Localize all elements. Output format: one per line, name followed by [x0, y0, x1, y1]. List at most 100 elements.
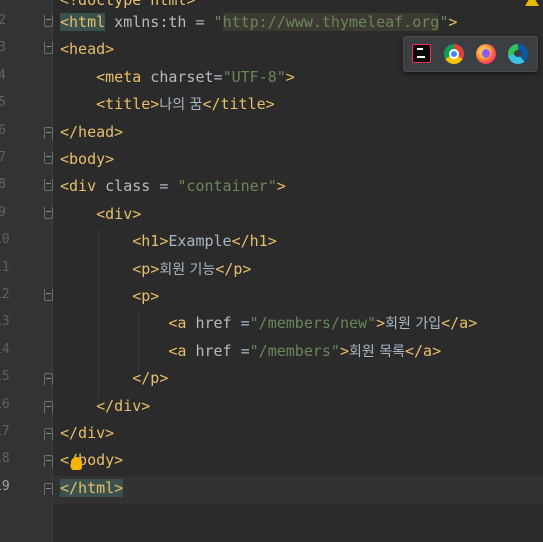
code-token: <head>: [60, 40, 115, 59]
firefox-icon[interactable]: [476, 44, 496, 64]
code-token: <body>: [60, 150, 115, 168]
code-token: </a>: [404, 341, 442, 360]
fold-marker-icon[interactable]: [44, 455, 53, 468]
chrome-icon[interactable]: [444, 44, 464, 64]
fold-marker-icon[interactable]: [44, 482, 53, 495]
code-token: 회원 가입: [385, 316, 442, 333]
edge-icon[interactable]: [508, 44, 528, 64]
code-token: ": [439, 13, 449, 31]
fold-marker-icon[interactable]: [44, 206, 53, 219]
code-token: <div: [60, 177, 97, 196]
fold-marker-icon[interactable]: [44, 428, 53, 440]
code-token: >: [276, 177, 286, 196]
code-token: </html>: [60, 478, 124, 497]
code-token: "container": [177, 177, 277, 196]
code-token: =: [150, 177, 178, 196]
code-line[interactable]: </div>: [60, 420, 114, 447]
code-token: >: [376, 314, 386, 333]
line-number: 16: [0, 396, 10, 412]
fold-marker-icon[interactable]: [44, 400, 53, 413]
code-line[interactable]: <p>: [60, 283, 159, 310]
code-token: Example: [168, 232, 232, 251]
code-token: ": [213, 13, 223, 31]
code-line[interactable]: <div class = "container">: [60, 173, 286, 200]
code-line[interactable]: <a href ="/members/new">회원 가입</a>: [60, 310, 477, 337]
code-token: <p>: [132, 287, 160, 305]
code-token: </p>: [132, 369, 169, 388]
line-number: 11: [0, 259, 10, 275]
code-token: <h1>: [132, 232, 169, 251]
line-number: 13: [0, 314, 10, 330]
line-number: 10: [0, 232, 10, 248]
code-token: "/members/new": [249, 314, 377, 333]
line-number: 4: [0, 67, 6, 83]
code-token: >: [448, 13, 458, 31]
code-token: <meta: [96, 67, 142, 86]
code-token: 나의 꿈: [159, 97, 203, 114]
code-token: <html: [60, 13, 106, 31]
line-number: 8: [0, 177, 6, 193]
code-line[interactable]: <html xmlns:th = "http://www.thymeleaf.o…: [60, 9, 457, 36]
browser-preview-popup: [403, 36, 538, 72]
intellij-icon[interactable]: [412, 44, 431, 63]
code-token: >: [285, 67, 295, 86]
code-token: "UTF-8": [222, 67, 286, 86]
code-token: <div>: [96, 204, 142, 223]
warning-icon[interactable]: [525, 0, 539, 6]
code-token: </title>: [202, 95, 275, 114]
code-line[interactable]: <meta charset="UTF-8">: [60, 64, 295, 91]
code-line[interactable]: <body>: [60, 146, 114, 173]
line-number: 19: [0, 478, 10, 494]
line-number: 17: [0, 424, 10, 439]
code-token: </div>: [96, 396, 151, 415]
code-line[interactable]: </p>: [60, 365, 168, 392]
code-line[interactable]: <div>: [60, 201, 141, 228]
indent-guide: [138, 312, 139, 370]
code-token: </h1>: [231, 232, 277, 251]
line-number: 12: [0, 287, 10, 302]
code-line[interactable]: <p>회원 기능</p>: [60, 256, 251, 283]
code-line[interactable]: <title>나의 꿈</title>: [60, 91, 275, 118]
code-token: =: [231, 314, 250, 333]
fold-marker-icon[interactable]: [44, 42, 53, 55]
code-line[interactable]: </body>: [60, 447, 123, 474]
lightbulb-icon[interactable]: [71, 457, 82, 470]
fold-marker-icon[interactable]: [44, 15, 53, 27]
code-token: <a: [168, 341, 187, 360]
current-line-highlight: [53, 476, 543, 504]
code-token: 회원 기능: [159, 261, 216, 278]
code-line[interactable]: <head>: [60, 36, 114, 63]
code-line[interactable]: </html>: [60, 475, 124, 502]
indent-guide: [98, 230, 99, 398]
fold-marker-icon[interactable]: [44, 126, 53, 139]
code-line[interactable]: </div>: [60, 393, 150, 420]
code-token: </head>: [60, 122, 124, 141]
line-number: 9: [0, 204, 6, 220]
line-number: 15: [0, 369, 10, 385]
line-number: 3: [0, 40, 6, 56]
code-token: href: [186, 314, 232, 333]
code-token: charset: [141, 67, 214, 86]
fold-marker-icon[interactable]: [44, 152, 53, 164]
code-token: =: [231, 341, 250, 360]
line-number: 7: [0, 150, 6, 165]
fold-marker-icon[interactable]: [44, 289, 53, 301]
code-token: <title>: [96, 95, 160, 114]
code-token: =: [186, 13, 214, 31]
code-token: http://www.thymeleaf.org: [222, 13, 440, 31]
code-line[interactable]: <h1>Example</h1>: [60, 228, 277, 255]
line-number: 14: [0, 341, 10, 357]
line-number: 2: [0, 13, 6, 28]
line-number: 5: [0, 95, 6, 111]
code-token: </div>: [60, 424, 115, 442]
code-token: 회원 목록: [349, 343, 405, 360]
code-token: href: [186, 341, 232, 360]
line-number: 18: [0, 451, 10, 467]
code-token: xmlns:th: [105, 13, 187, 31]
fold-marker-icon[interactable]: [44, 373, 53, 386]
code-token: "/members": [249, 341, 340, 360]
code-line[interactable]: <a href ="/members">회원 목록</a>: [60, 338, 441, 365]
line-number: 6: [0, 122, 6, 138]
fold-marker-icon[interactable]: [44, 179, 53, 192]
code-line[interactable]: </head>: [60, 119, 123, 146]
